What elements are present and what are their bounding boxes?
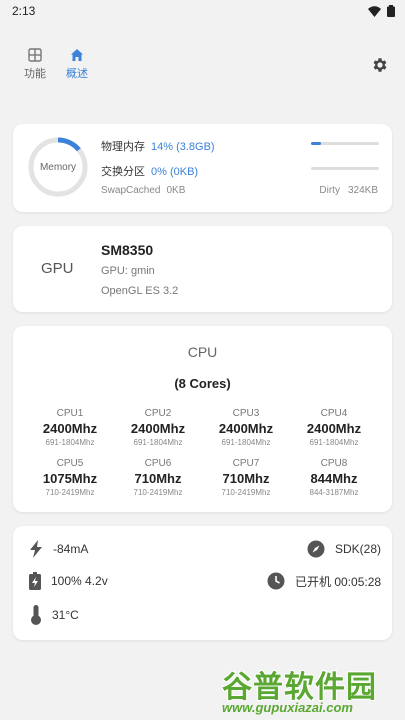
battery-charging-icon xyxy=(29,572,41,590)
cpu-core: CPU2 2400Mhz 691-1804Mhz xyxy=(114,408,202,447)
cpu-core-freq: 2400Mhz xyxy=(218,421,274,436)
cpu-core: CPU3 2400Mhz 691-1804Mhz xyxy=(202,408,290,447)
cpu-core: CPU1 2400Mhz 691-1804Mhz xyxy=(26,408,114,447)
gpu-model: SM8350 xyxy=(101,242,154,258)
gpu-card[interactable]: GPU SM8350 GPU: gmin OpenGL ES 3.2 xyxy=(13,226,392,312)
cpu-core-name: CPU2 xyxy=(144,408,172,419)
physical-memory-bar-fill xyxy=(311,142,321,145)
tab-functions[interactable]: 功能 xyxy=(17,48,53,81)
cpu-core-range: 844-3187Mhz xyxy=(309,488,359,497)
dirty-label: Dirty xyxy=(319,185,340,196)
current-value: -84mA xyxy=(53,542,89,556)
cpu-core-range: 710-2419Mhz xyxy=(133,488,183,497)
tab-overview[interactable]: 概述 xyxy=(59,48,95,81)
physical-memory-label: 物理内存 xyxy=(101,141,145,153)
watermark-brand: 谷普软件园 xyxy=(222,670,377,705)
battery-row: 100% 4.2v xyxy=(29,572,108,590)
cpu-core-freq: 710Mhz xyxy=(134,471,182,486)
current-row: -84mA xyxy=(29,540,88,558)
thermometer-icon xyxy=(31,605,41,625)
cpu-core-freq: 2400Mhz xyxy=(42,421,98,436)
cpu-core-freq: 844Mhz xyxy=(310,471,358,486)
device-status-card[interactable]: -84mA 100% 4.2v 31°C SDK(28) 已开机 00:05:2… xyxy=(13,526,392,640)
temperature-row: 31°C xyxy=(30,605,79,625)
cpu-core-range: 691-1804Mhz xyxy=(309,438,359,447)
gpu-vendor: GPU: gmin xyxy=(101,265,155,277)
physical-memory-value: 14% (3.8GB) xyxy=(151,141,215,153)
uptime-value: 已开机 00:05:28 xyxy=(295,574,382,589)
home-icon xyxy=(71,49,83,61)
swap-value: 0% (0KB) xyxy=(151,166,199,178)
cpu-core: CPU5 1075Mhz 710-2419Mhz xyxy=(26,458,114,497)
cpu-core: CPU4 2400Mhz 691-1804Mhz xyxy=(290,408,378,447)
memory-card[interactable]: Memory 物理内存 14% (3.8GB) 交换分区 0% (0KB) Swap… xyxy=(13,124,392,212)
cpu-card[interactable]: CPU (8 Cores) CPU1 2400Mhz 691-1804Mhz C… xyxy=(13,326,392,512)
cpu-core-name: CPU6 xyxy=(144,458,172,469)
compass-icon xyxy=(307,540,325,558)
wifi-icon xyxy=(368,5,381,17)
watermark-logo: 谷普软件园 www.gupuxiazai.com xyxy=(222,662,405,720)
swap-row: 交换分区 0% (0KB) xyxy=(101,163,198,179)
cpu-core-range: 691-1804Mhz xyxy=(221,438,271,447)
swap-cached-label: SwapCached xyxy=(101,185,161,196)
settings-button[interactable] xyxy=(371,56,389,74)
tab-functions-label: 功能 xyxy=(24,68,46,80)
cpu-core-freq: 710Mhz xyxy=(222,471,270,486)
cpu-core-range: 691-1804Mhz xyxy=(133,438,183,447)
physical-memory-bar xyxy=(311,142,379,145)
watermark-url: www.gupuxiazai.com xyxy=(222,700,353,715)
cpu-core-range: 710-2419Mhz xyxy=(45,488,95,497)
cpu-core-name: CPU5 xyxy=(56,458,84,469)
clock-icon xyxy=(267,572,285,590)
cpu-core-range: 710-2419Mhz xyxy=(221,488,271,497)
swap-cached-row: SwapCached 0KB xyxy=(101,185,185,196)
dirty-row: Dirty 324KB xyxy=(319,185,378,196)
battery-value: 100% 4.2v xyxy=(51,574,108,588)
cpu-core-freq: 2400Mhz xyxy=(130,421,186,436)
cpu-core: CPU8 844Mhz 844-3187Mhz xyxy=(290,458,378,497)
memory-ring-label: Memory xyxy=(39,161,77,173)
cpu-cores-count: (8 Cores) xyxy=(174,376,231,391)
lightning-icon xyxy=(30,540,42,558)
battery-icon xyxy=(387,5,395,17)
cpu-title: CPU xyxy=(187,344,218,360)
gpu-api: OpenGL ES 3.2 xyxy=(101,285,179,297)
dirty-value: 324KB xyxy=(347,185,378,196)
cpu-core-name: CPU1 xyxy=(56,408,84,419)
swap-cached-value: 0KB xyxy=(166,185,186,196)
swap-label: 交换分区 xyxy=(101,166,145,178)
status-bar: 2:13 xyxy=(0,0,405,22)
uptime-row: 已开机 00:05:28 xyxy=(267,572,381,590)
cpu-core-freq: 1075Mhz xyxy=(42,471,98,486)
swap-bar xyxy=(311,167,379,170)
gear-icon xyxy=(373,58,387,72)
sdk-value: SDK(28) xyxy=(335,542,382,556)
top-nav: 功能 概述 xyxy=(0,40,405,90)
tab-overview-label: 概述 xyxy=(66,68,88,80)
cpu-core-name: CPU7 xyxy=(232,458,260,469)
cpu-core-range: 691-1804Mhz xyxy=(45,438,95,447)
cpu-core-freq: 2400Mhz xyxy=(306,421,362,436)
status-time: 2:13 xyxy=(12,4,36,18)
cpu-core: CPU7 710Mhz 710-2419Mhz xyxy=(202,458,290,497)
grid-icon xyxy=(28,48,42,62)
cpu-core-name: CPU3 xyxy=(232,408,260,419)
temperature-value: 31°C xyxy=(52,608,79,622)
cpu-core: CPU6 710Mhz 710-2419Mhz xyxy=(114,458,202,497)
cpu-core-name: CPU4 xyxy=(320,408,348,419)
sdk-row: SDK(28) xyxy=(307,540,381,558)
gpu-label: GPU xyxy=(41,260,74,277)
cpu-core-name: CPU8 xyxy=(320,458,348,469)
physical-memory-row: 物理内存 14% (3.8GB) xyxy=(101,138,215,154)
